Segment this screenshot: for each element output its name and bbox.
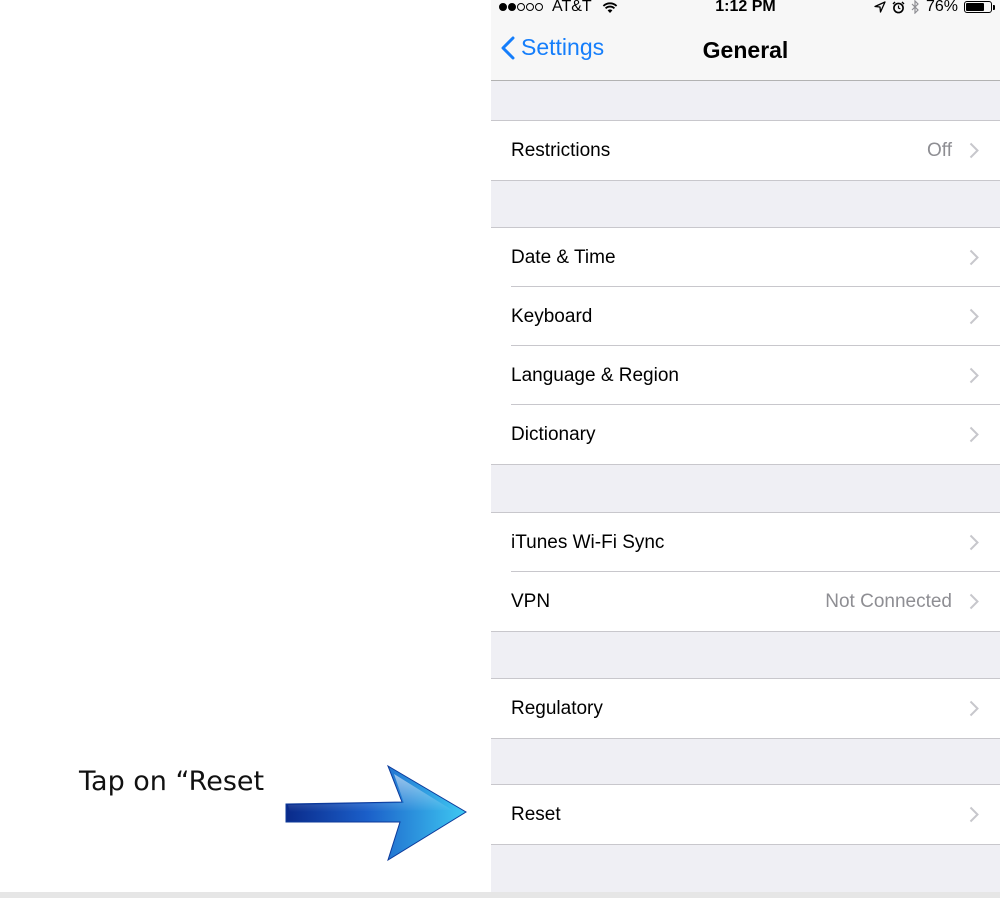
row-value: Off xyxy=(927,140,952,161)
chevron-right-icon xyxy=(969,367,979,384)
arrow-icon xyxy=(285,764,467,862)
row-label: VPN xyxy=(511,591,551,612)
settings-row-date-time[interactable]: Date & Time xyxy=(491,228,1000,287)
chevron-right-icon xyxy=(969,426,979,443)
chevron-right-icon xyxy=(969,700,979,717)
navigation-bar: Settings General xyxy=(491,20,1000,81)
settings-row-restrictions[interactable]: Restrictions Off xyxy=(491,121,1000,180)
location-icon xyxy=(874,1,886,13)
chevron-right-icon xyxy=(969,534,979,551)
phone-screen: AT&T 1:12 PM 76% Settings General Restri… xyxy=(491,0,1000,892)
row-label: Reset xyxy=(511,804,561,825)
row-label: Date & Time xyxy=(511,247,616,268)
chevron-right-icon xyxy=(969,249,979,266)
bottom-divider xyxy=(0,892,1000,898)
battery-level xyxy=(966,3,984,11)
settings-group: Date & Time Keyboard Language & Region D… xyxy=(491,227,1000,465)
settings-row-dictionary[interactable]: Dictionary xyxy=(491,404,1000,464)
row-label: Restrictions xyxy=(511,140,611,161)
settings-row-keyboard[interactable]: Keyboard xyxy=(491,286,1000,346)
settings-row-language-region[interactable]: Language & Region xyxy=(491,345,1000,405)
settings-row-reset[interactable]: Reset xyxy=(491,785,1000,844)
settings-row-itunes-wifi-sync[interactable]: iTunes Wi-Fi Sync xyxy=(491,513,1000,572)
annotation-text: Tap on “Reset xyxy=(79,766,265,797)
settings-group: iTunes Wi-Fi Sync VPN Not Connected xyxy=(491,512,1000,632)
battery-percent: 76% xyxy=(925,0,958,15)
bluetooth-icon xyxy=(911,0,919,14)
row-label: Regulatory xyxy=(511,698,603,719)
row-value: Not Connected xyxy=(825,591,952,612)
page-title: General xyxy=(702,37,789,63)
settings-row-vpn[interactable]: VPN Not Connected xyxy=(491,571,1000,631)
chevron-right-icon xyxy=(969,593,979,610)
battery-icon xyxy=(964,1,995,13)
settings-group: Restrictions Off xyxy=(491,120,1000,181)
chevron-right-icon xyxy=(969,806,979,823)
settings-group: Regulatory xyxy=(491,678,1000,739)
row-label: Dictionary xyxy=(511,424,596,445)
chevron-right-icon xyxy=(969,308,979,325)
row-label: Keyboard xyxy=(511,306,593,327)
status-bar: AT&T 1:12 PM 76% xyxy=(491,0,1000,20)
chevron-right-icon xyxy=(969,142,979,159)
row-label: Language & Region xyxy=(511,365,679,386)
settings-row-regulatory[interactable]: Regulatory xyxy=(491,679,1000,738)
status-right: 76% xyxy=(874,0,995,16)
alarm-icon xyxy=(892,1,905,13)
row-label: iTunes Wi-Fi Sync xyxy=(511,532,665,553)
settings-group: Reset xyxy=(491,784,1000,845)
